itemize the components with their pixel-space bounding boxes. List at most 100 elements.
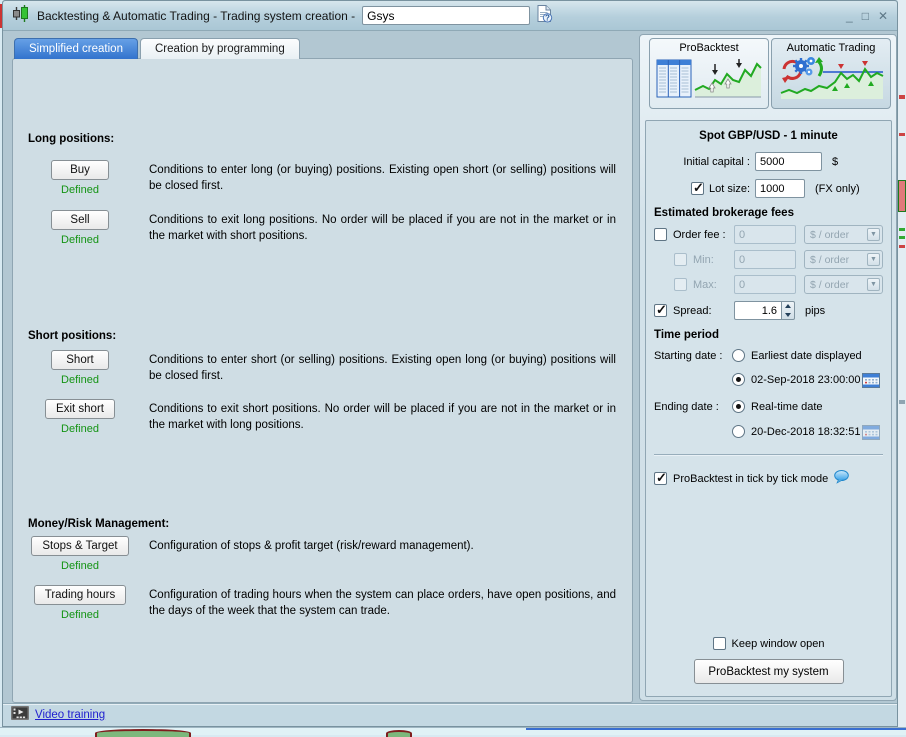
min-fee-checkbox[interactable]	[674, 253, 687, 266]
starting-date-row-2: 02-Sep-2018 23:00:00	[654, 373, 883, 388]
tick-mode-label: ProBacktest in tick by tick mode	[673, 472, 829, 485]
help-document-icon[interactable]: ?	[537, 4, 553, 28]
sell-button[interactable]: Sell	[51, 210, 109, 230]
starting-earliest-radio[interactable]	[732, 349, 745, 362]
min-fee-input[interactable]	[734, 250, 796, 269]
initial-capital-input[interactable]	[755, 152, 822, 171]
run-probacktest-button[interactable]: ProBacktest my system	[693, 659, 844, 684]
candlestick-icon	[12, 4, 30, 28]
video-training-link[interactable]: Video training	[35, 709, 105, 721]
lot-size-label: Lot size:	[709, 182, 750, 195]
lot-size-unit: (FX only)	[815, 182, 860, 195]
tick-mode-row: ProBacktest in tick by tick mode	[654, 470, 883, 487]
exit-short-row: Exit short Defined Conditions to exit sh…	[25, 399, 616, 435]
instrument-label: Spot GBP/USD - 1 minute	[699, 130, 838, 142]
buy-button[interactable]: Buy	[51, 160, 109, 180]
probacktest-settings: Spot GBP/USD - 1 minute Initial capital …	[645, 120, 892, 697]
max-fee-unit-select[interactable]: $ / order ▼	[804, 275, 883, 294]
automatic-trading-icon	[777, 55, 885, 104]
system-name-input[interactable]	[362, 6, 531, 25]
order-fee-input[interactable]	[734, 225, 796, 244]
spread-input[interactable]	[734, 301, 782, 320]
stops-target-status: Defined	[61, 560, 99, 572]
creation-mode-tabs: Simplified creation Creation by programm…	[14, 38, 300, 59]
stops-target-description: Configuration of stops & profit target (…	[149, 540, 474, 552]
starting-date-label: Starting date :	[654, 349, 723, 362]
initial-capital-row: Initial capital : $	[654, 152, 883, 171]
stepper-down-icon[interactable]	[782, 311, 794, 320]
lot-size-checkbox[interactable]	[691, 180, 705, 196]
ending-custom-radio[interactable]	[732, 425, 745, 438]
spread-checkbox[interactable]	[654, 302, 667, 318]
initial-capital-unit: $	[832, 155, 839, 168]
keep-window-row: Keep window open	[646, 637, 891, 650]
mode-tabs: ProBacktest Automatic Trading	[640, 35, 896, 109]
tab-probacktest[interactable]: ProBacktest	[649, 38, 769, 109]
stops-target-button[interactable]: Stops & Target	[31, 536, 129, 556]
stops-target-row: Stops & Target Defined Configuration of …	[25, 536, 616, 572]
footer-bar: Video training	[3, 703, 897, 726]
close-button[interactable]: ✕	[878, 10, 888, 22]
dropdown-arrow-icon: ▼	[867, 228, 880, 241]
lot-size-input[interactable]	[755, 179, 805, 198]
min-fee-row: Min: $ / order ▼	[654, 250, 883, 269]
trading-hours-button[interactable]: Trading hours	[33, 585, 127, 605]
maximize-button[interactable]: □	[862, 10, 869, 22]
tab-simplified-creation[interactable]: Simplified creation	[14, 38, 138, 59]
stepper-up-icon[interactable]	[782, 302, 794, 311]
short-row: Short Defined Conditions to enter short …	[25, 350, 616, 386]
exit-short-description: Conditions to exit short positions. No o…	[149, 403, 616, 432]
short-status: Defined	[61, 374, 99, 386]
lot-size-row: Lot size: (FX only)	[654, 179, 883, 198]
buy-description: Conditions to enter long (or buying) pos…	[149, 164, 616, 193]
keep-window-label: Keep window open	[731, 637, 825, 650]
spread-row: Spread: pips	[654, 301, 883, 320]
order-fee-checkbox[interactable]	[654, 228, 667, 241]
window-controls: _ □ ✕	[846, 10, 888, 22]
dropdown-arrow-icon: ▼	[867, 278, 880, 291]
probacktest-panel: ProBacktest Automatic Trading Spot GBP/U…	[639, 34, 897, 701]
video-film-icon	[11, 705, 29, 725]
long-positions-heading: Long positions:	[28, 133, 115, 145]
exit-short-button[interactable]: Exit short	[45, 399, 115, 419]
starting-earliest-label: Earliest date displayed	[751, 349, 862, 362]
speech-bubble-icon[interactable]	[834, 470, 850, 487]
max-fee-input[interactable]	[734, 275, 796, 294]
trading-hours-description: Configuration of trading hours when the …	[149, 589, 616, 618]
window-title: Backtesting & Automatic Trading - Tradin…	[37, 8, 356, 23]
starting-custom-radio[interactable]	[732, 373, 745, 386]
starting-calendar-icon[interactable]	[862, 372, 880, 391]
ending-realtime-radio[interactable]	[732, 400, 745, 413]
title-bar: Backtesting & Automatic Trading - Tradin…	[3, 1, 897, 31]
ending-calendar-icon[interactable]	[862, 424, 880, 443]
starting-custom-date: 02-Sep-2018 23:00:00	[751, 373, 861, 386]
background-chart-bottom-edge	[0, 727, 906, 737]
short-description: Conditions to enter short (or selling) p…	[149, 354, 616, 383]
automatic-trading-tab-label: Automatic Trading	[786, 42, 876, 54]
order-fee-row: Order fee : $ / order ▼	[654, 225, 883, 244]
tab-automatic-trading[interactable]: Automatic Trading	[771, 38, 891, 109]
ending-date-row-2: 20-Dec-2018 18:32:51	[654, 425, 883, 440]
exit-short-status: Defined	[61, 423, 99, 435]
ending-custom-date: 20-Dec-2018 18:32:51	[751, 425, 861, 438]
short-button[interactable]: Short	[51, 350, 109, 370]
min-fee-unit-value: $ / order	[810, 253, 850, 266]
ending-realtime-label: Real-time date	[751, 400, 823, 413]
max-fee-checkbox[interactable]	[674, 278, 687, 291]
keep-window-checkbox[interactable]	[712, 637, 726, 650]
svg-text:?: ?	[545, 13, 550, 22]
initial-capital-label: Initial capital :	[683, 155, 750, 168]
trading-hours-row: Trading hours Defined Configuration of t…	[25, 585, 616, 621]
tab-creation-by-programming[interactable]: Creation by programming	[139, 38, 300, 59]
tick-mode-checkbox[interactable]	[654, 470, 667, 486]
order-fee-unit-select[interactable]: $ / order ▼	[804, 225, 883, 244]
min-fee-unit-select[interactable]: $ / order ▼	[804, 250, 883, 269]
minimize-button[interactable]: _	[846, 10, 853, 22]
simplified-creation-panel: Long positions: Buy Defined Conditions t…	[12, 58, 633, 703]
dropdown-arrow-icon: ▼	[867, 253, 880, 266]
spread-label: Spread:	[673, 304, 712, 317]
order-fee-label: Order fee :	[673, 228, 726, 241]
sell-status: Defined	[61, 234, 99, 246]
time-period-heading: Time period	[654, 329, 719, 341]
spread-unit: pips	[805, 304, 826, 317]
